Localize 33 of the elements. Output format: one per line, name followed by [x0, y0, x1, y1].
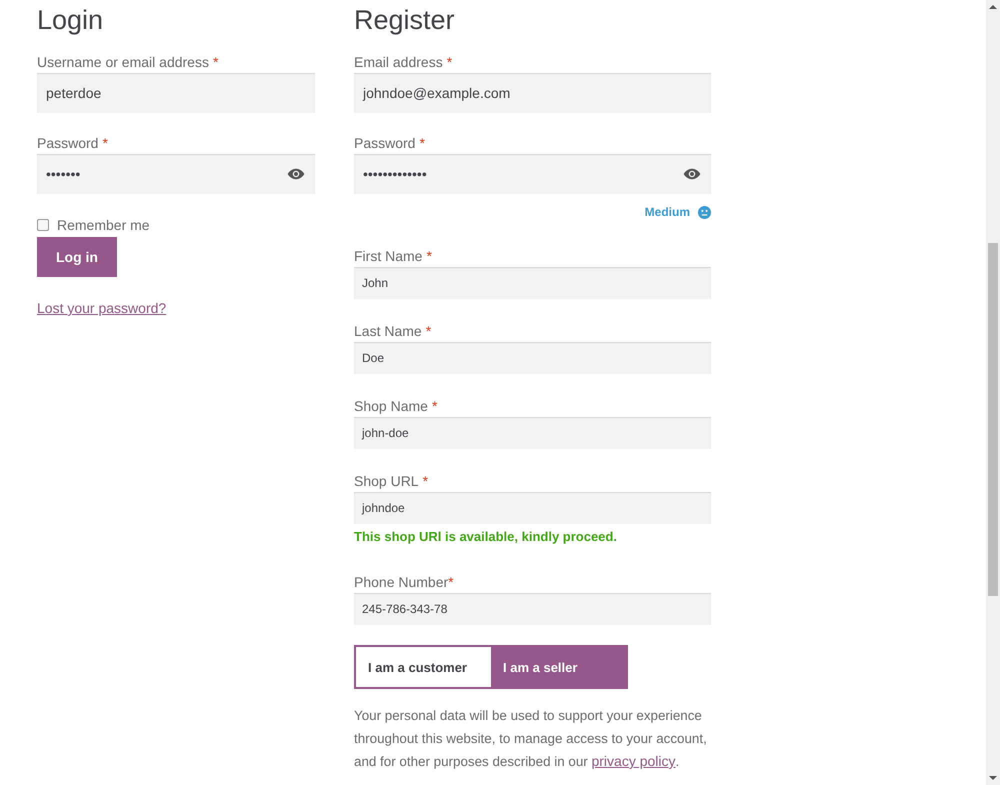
scrollbar[interactable]: [986, 0, 1000, 785]
text-field[interactable]: john-doe: [354, 417, 711, 449]
remember-label: Remember me: [57, 217, 150, 233]
role-toggle[interactable]: I am a seller: [491, 647, 626, 687]
lost-password-link[interactable]: Lost your password?: [37, 300, 166, 316]
field-label: Shop Name *: [354, 397, 438, 416]
field-label: Last Name *: [354, 322, 432, 341]
field-label: Shop URL *: [354, 472, 430, 491]
text-field[interactable]: 245-786-343-78: [354, 593, 711, 625]
eye-icon[interactable]: [683, 168, 701, 180]
email-field[interactable]: johndoe@example.com: [354, 73, 711, 113]
field-label: Password *: [37, 134, 109, 153]
field-label: Password *: [354, 134, 426, 153]
availability-message: This shop URl is available, kindly proceed.: [354, 529, 618, 544]
field-label: Username or email address *: [37, 53, 220, 72]
neutral-face-icon: [698, 206, 711, 218]
strength-label: Medium: [644, 205, 690, 219]
text-field[interactable]: johndoe: [354, 492, 711, 524]
text-field[interactable]: Doe: [354, 342, 711, 374]
password-field[interactable]: •••••••: [37, 154, 315, 194]
eye-icon[interactable]: [287, 168, 305, 180]
field-label: First Name *: [354, 247, 433, 266]
field-label: Phone Number*: [354, 573, 455, 592]
username-field[interactable]: peterdoe: [37, 73, 315, 113]
login-heading: Login: [37, 4, 104, 37]
remember-checkbox[interactable]: [37, 219, 49, 231]
privacy-notice: Your personal data will be used to support your experience throughout this website, to manage access to your account, and for other purposes described in our privacy policy.: [354, 707, 708, 771]
password-field[interactable]: •••••••••••••: [354, 154, 711, 194]
privacy-policy-link[interactable]: privacy policy: [591, 753, 676, 769]
login-button[interactable]: Log in: [37, 237, 117, 277]
register-heading: Register: [354, 4, 455, 37]
field-label: Email address *: [354, 53, 454, 72]
text-field[interactable]: John: [354, 267, 711, 299]
